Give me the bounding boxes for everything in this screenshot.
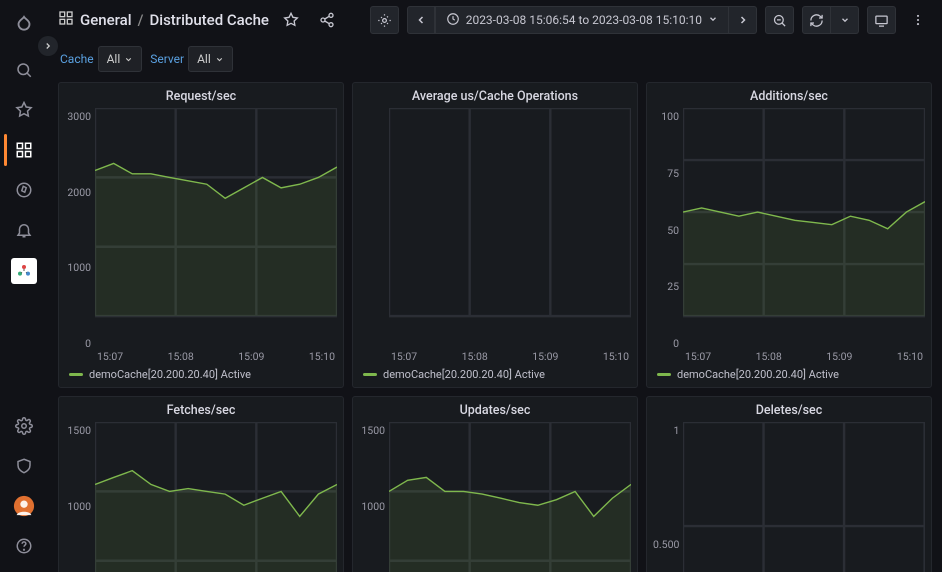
- dashboard-settings-button[interactable]: [370, 6, 399, 34]
- y-axis: [359, 108, 389, 364]
- main-content: General / Distributed Cache 2023-03-08 1…: [48, 0, 942, 572]
- refresh-interval-button[interactable]: [831, 6, 859, 34]
- legend[interactable]: demoCache[20.200.20.40] Active: [359, 364, 631, 383]
- grafana-logo[interactable]: [4, 6, 44, 46]
- x-axis: 15:0715:0815:0915:10: [95, 350, 337, 364]
- chart-area: 15001000500015:0715:0815:0915:10: [65, 422, 337, 572]
- time-range-group: 2023-03-08 15:06:54 to 2023-03-08 15:10:…: [407, 6, 757, 34]
- chart-area: 15:0715:0815:0915:10: [359, 108, 631, 364]
- y-axis: 150010005000: [359, 422, 389, 572]
- x-axis: 15:0715:0815:0915:10: [683, 350, 925, 364]
- zoom-out-button[interactable]: [765, 6, 794, 34]
- share-dashboard-button[interactable]: [313, 6, 341, 34]
- user-avatar-icon[interactable]: [4, 486, 44, 526]
- plot: 15:0715:0815:0915:10: [95, 108, 337, 364]
- panels-grid: Request/sec300020001000015:0715:0815:091…: [48, 82, 942, 572]
- plugin-icon[interactable]: [11, 258, 37, 284]
- panel-title: Average us/Cache Operations: [359, 87, 631, 108]
- star-icon[interactable]: [4, 90, 44, 130]
- clock-icon: [446, 12, 460, 29]
- y-axis: 3000200010000: [65, 108, 95, 364]
- cycle-view-button[interactable]: [867, 6, 896, 34]
- time-range-picker[interactable]: 2023-03-08 15:06:54 to 2023-03-08 15:10:…: [435, 6, 729, 34]
- time-prev-button[interactable]: [407, 6, 435, 34]
- settings-icon[interactable]: [4, 406, 44, 446]
- panel-avg-us[interactable]: Average us/Cache Operations 15:0715:0815:…: [352, 82, 638, 388]
- panel-requests[interactable]: Request/sec300020001000015:0715:0815:091…: [58, 82, 344, 388]
- chart-area: 100755025015:0715:0815:0915:10: [653, 108, 925, 364]
- breadcrumb-separator: /: [138, 11, 144, 29]
- chart-area: 15001000500015:0715:0815:0915:10: [359, 422, 631, 572]
- refresh-button[interactable]: [802, 6, 831, 34]
- time-next-button[interactable]: [729, 6, 757, 34]
- explore-icon[interactable]: [4, 170, 44, 210]
- topbar: General / Distributed Cache 2023-03-08 1…: [48, 0, 942, 40]
- search-icon[interactable]: [4, 50, 44, 90]
- star-dashboard-button[interactable]: [277, 6, 305, 34]
- legend-color-swatch: [363, 373, 377, 376]
- variable-cache-select[interactable]: All: [98, 46, 143, 72]
- legend-label: demoCache[20.200.20.40] Active: [89, 368, 251, 381]
- breadcrumb-title[interactable]: Distributed Cache: [149, 11, 269, 29]
- breadcrumb-folder[interactable]: General: [80, 11, 132, 29]
- legend-label: demoCache[20.200.20.40] Active: [677, 368, 839, 381]
- y-axis: 150010005000: [65, 422, 95, 572]
- panel-title: Additions/sec: [653, 87, 925, 108]
- kebab-menu-button[interactable]: [904, 6, 932, 34]
- panel-title: Updates/sec: [359, 401, 631, 422]
- chart-area: 300020001000015:0715:0815:0915:10: [65, 108, 337, 364]
- panel-title: Deletes/sec: [653, 401, 925, 422]
- panel-fetches[interactable]: Fetches/sec15001000500015:0715:0815:0915…: [58, 396, 344, 572]
- refresh-group: [802, 6, 859, 34]
- legend-color-swatch: [69, 373, 83, 376]
- plot: 15:0715:0815:0915:10: [95, 422, 337, 572]
- panel-additions[interactable]: Additions/sec100755025015:0715:0815:0915…: [646, 82, 932, 388]
- admin-shield-icon[interactable]: [4, 446, 44, 486]
- variable-server-select[interactable]: All: [188, 46, 233, 72]
- y-axis: 10.5000: [653, 422, 683, 572]
- panel-updates[interactable]: Updates/sec15001000500015:0715:0815:0915…: [352, 396, 638, 572]
- breadcrumb: General / Distributed Cache: [58, 10, 269, 30]
- variable-server: Server All: [150, 46, 233, 72]
- variable-label: Cache: [60, 52, 94, 66]
- panel-title: Fetches/sec: [65, 401, 337, 422]
- alerting-icon[interactable]: [4, 210, 44, 250]
- legend-color-swatch: [657, 373, 671, 376]
- template-variables-row: Cache All Server All: [48, 40, 942, 82]
- variable-cache: Cache All: [60, 46, 142, 72]
- dashboards-grid-icon: [58, 10, 74, 30]
- nav-rail: [0, 0, 48, 572]
- dashboards-icon[interactable]: [4, 130, 44, 170]
- legend-label: demoCache[20.200.20.40] Active: [383, 368, 545, 381]
- chevron-down-icon: [708, 13, 718, 27]
- time-range-text: 2023-03-08 15:06:54 to 2023-03-08 15:10:…: [466, 13, 702, 27]
- plot: 15:0715:0815:0915:10: [683, 422, 925, 572]
- legend[interactable]: demoCache[20.200.20.40] Active: [65, 364, 337, 383]
- help-icon[interactable]: [4, 526, 44, 566]
- x-axis: 15:0715:0815:0915:10: [389, 350, 631, 364]
- legend[interactable]: demoCache[20.200.20.40] Active: [653, 364, 925, 383]
- panel-deletes[interactable]: Deletes/sec10.500015:0715:0815:0915:10de…: [646, 396, 932, 572]
- y-axis: 1007550250: [653, 108, 683, 364]
- variable-label: Server: [150, 52, 184, 66]
- panel-title: Request/sec: [65, 87, 337, 108]
- plot: 15:0715:0815:0915:10: [389, 422, 631, 572]
- chart-area: 10.500015:0715:0815:0915:10: [653, 422, 925, 572]
- plot: 15:0715:0815:0915:10: [683, 108, 925, 364]
- variable-value: All: [107, 52, 121, 66]
- plot: 15:0715:0815:0915:10: [389, 108, 631, 364]
- variable-value: All: [197, 52, 211, 66]
